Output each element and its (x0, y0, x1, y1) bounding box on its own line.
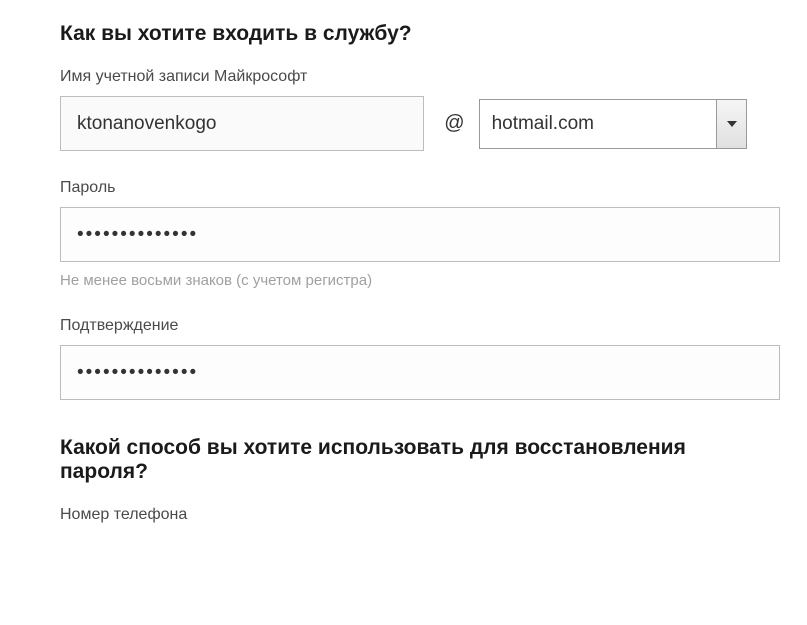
password-block: Пароль Не менее восьми знаков (с учетом … (60, 179, 747, 289)
chevron-down-icon (727, 121, 737, 127)
domain-selected-value: hotmail.com (492, 113, 594, 135)
dropdown-arrow-button[interactable] (716, 100, 746, 148)
phone-label: Номер телефона (60, 506, 747, 524)
password-hint: Не менее восьми знаков (с учетом регистр… (60, 272, 747, 289)
account-row: @ hotmail.com (60, 96, 747, 151)
at-symbol: @ (444, 112, 464, 135)
recovery-heading: Какой способ вы хотите использовать для … (60, 436, 747, 484)
password-input[interactable] (60, 207, 780, 262)
recovery-section: Какой способ вы хотите использовать для … (60, 436, 747, 524)
account-label: Имя учетной записи Майкрософт (60, 68, 747, 86)
password-label: Пароль (60, 179, 747, 197)
confirm-input[interactable] (60, 345, 780, 400)
domain-select[interactable]: hotmail.com (479, 99, 747, 149)
username-input[interactable] (60, 96, 424, 151)
signin-heading: Как вы хотите входить в службу? (60, 22, 747, 46)
confirm-label: Подтверждение (60, 317, 747, 335)
confirm-block: Подтверждение (60, 317, 747, 400)
